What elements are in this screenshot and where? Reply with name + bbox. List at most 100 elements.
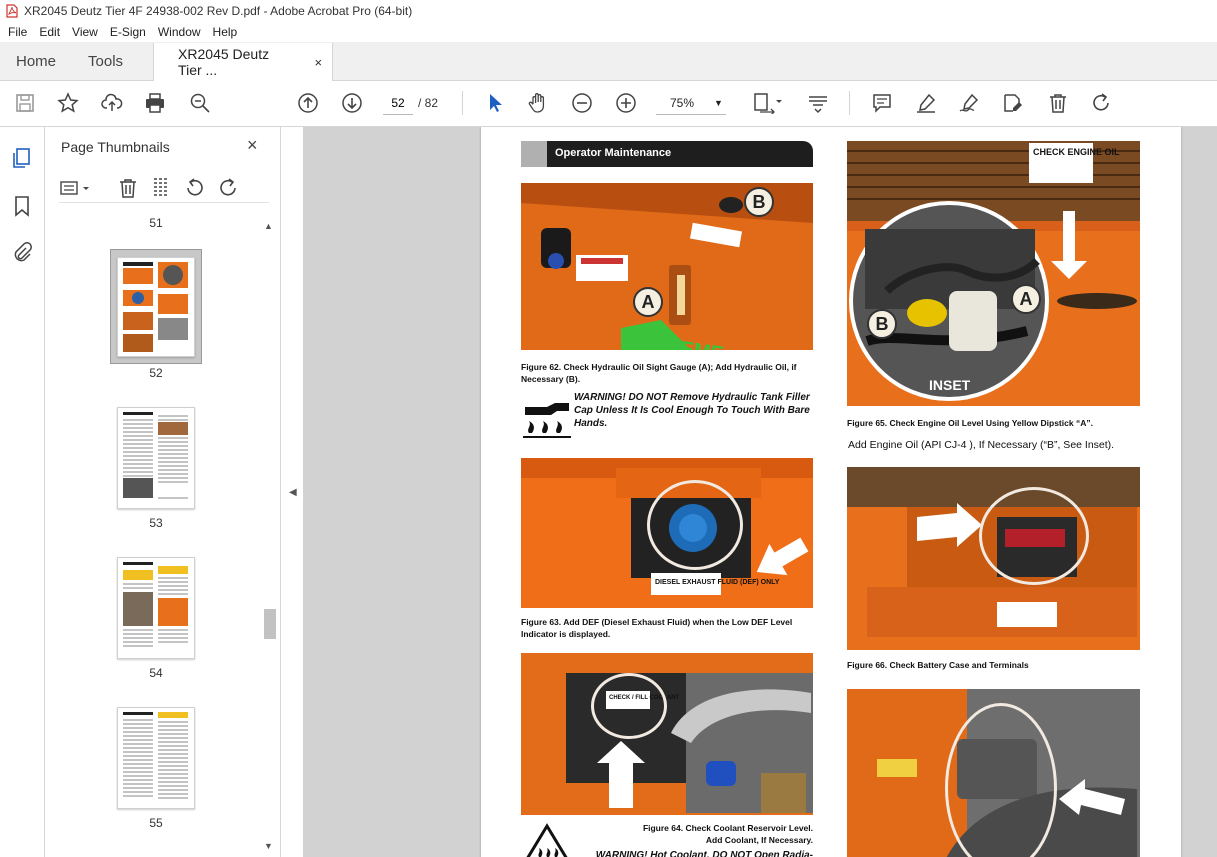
pen-icon[interactable] [914, 91, 938, 115]
figure-66-photo [847, 467, 1140, 650]
section-header-label: Operator Maintenance [555, 147, 672, 159]
scroll-down-icon[interactable]: ▼ [264, 841, 273, 851]
coolant-reservoir-image: CHECK / FILL COOLANT [521, 653, 813, 815]
window-title: XR2045 Deutz Tier 4F 24938-002 Rev D.pdf… [24, 4, 413, 18]
menu-view[interactable]: View [66, 25, 104, 39]
callout-a: A [633, 287, 663, 317]
upload-icon[interactable] [100, 91, 124, 115]
callout-b: B [744, 187, 774, 217]
figure-67-photo [847, 689, 1140, 857]
hot-coolant-warning-icon [526, 823, 568, 857]
trash-icon[interactable] [117, 177, 139, 199]
zoom-select[interactable]: 75% ▼ [656, 91, 726, 115]
page-fit-icon[interactable] [750, 91, 784, 115]
menu-edit[interactable]: Edit [33, 25, 66, 39]
thumbnail-page-53[interactable] [117, 407, 195, 509]
thumbnail-preview [123, 412, 188, 499]
page-total: / 82 [418, 96, 439, 110]
thumbnail-page-number: 52 [149, 366, 163, 380]
menu-help[interactable]: Help [207, 25, 244, 39]
scrollbar-thumb[interactable] [264, 609, 276, 639]
section-header: Operator Maintenance [521, 141, 813, 167]
menu-window[interactable]: Window [152, 25, 207, 39]
check-engine-oil-text: CHECK ENGINE OIL [1033, 147, 1120, 157]
figure-63-caption: Figure 63. Add DEF (Diesel Exhaust Fluid… [521, 617, 793, 639]
scroll-mode-icon[interactable] [806, 91, 830, 115]
menu-bar: File Edit View E-Sign Window Help [0, 22, 1217, 42]
highlight-circle [979, 487, 1089, 585]
menu-file[interactable]: File [2, 25, 33, 39]
insert-page-icon[interactable] [150, 177, 172, 199]
hand-icon[interactable] [526, 91, 550, 115]
callout-b: B [867, 309, 897, 339]
hot-hand-warning-icon [523, 403, 571, 438]
figure-62-caption: Figure 62. Check Hydraulic Oil Sight Gau… [521, 362, 797, 384]
rotate-right-icon[interactable] [217, 177, 239, 199]
figure-64-photo: CHECK / FILL COOLANT [521, 653, 813, 815]
trash-icon[interactable] [1046, 91, 1070, 115]
thumbnail-preview [123, 262, 188, 352]
tab-document-label: XR2045 Deutz Tier ... [178, 46, 270, 78]
thumbnail-preview [123, 712, 188, 799]
figure-63-photo: DIESEL EXHAUST FLUID (DEF) ONLY [521, 458, 813, 608]
comment-icon[interactable] [870, 91, 894, 115]
paperclip-icon[interactable] [11, 241, 33, 263]
print-icon[interactable] [143, 91, 167, 115]
callout-a: A [1011, 284, 1041, 314]
engine-oil-image: CHECK ENGINE OIL [847, 141, 1140, 406]
tab-document[interactable]: XR2045 Deutz Tier ... × [153, 43, 334, 81]
thumbnail-page-54[interactable] [117, 557, 195, 659]
minus-circle-icon[interactable] [570, 91, 594, 115]
tab-close-icon[interactable]: × [314, 55, 322, 70]
main-toolbar: / 82 75% ▼ [0, 81, 1217, 127]
rotate-icon[interactable] [1089, 91, 1113, 115]
thumbnail-page-number: 54 [149, 666, 163, 680]
arrow-down-icon[interactable] [340, 91, 364, 115]
collapse-panel-icon[interactable]: ◀ [289, 487, 297, 498]
left-rail [0, 127, 45, 857]
acrobat-app-icon [6, 4, 18, 18]
menu-esign[interactable]: E-Sign [104, 25, 152, 39]
panel-title: Page Thumbnails [61, 139, 170, 155]
inset-label: INSET [929, 377, 971, 393]
thumbnail-options-icon[interactable] [59, 177, 93, 199]
chevron-down-icon: ▼ [714, 97, 723, 108]
sign-icon[interactable] [957, 91, 981, 115]
thumbnail-page-52[interactable] [117, 257, 195, 357]
fill-sign-icon[interactable] [1001, 91, 1025, 115]
zoom-search-icon[interactable] [188, 91, 212, 115]
tab-tools[interactable]: Tools [72, 42, 139, 80]
cursor-icon[interactable] [483, 91, 507, 115]
arrow-up-icon[interactable] [296, 91, 320, 115]
figure-66-caption: Figure 66. Check Battery Case and Termin… [847, 660, 1029, 670]
thumbnail-page-number: 55 [149, 816, 163, 830]
document-viewport[interactable]: Operator Maintenance XTREME A B Figure 6… [303, 127, 1217, 857]
scroll-up-icon[interactable]: ▲ [264, 221, 273, 231]
rotate-left-icon[interactable] [184, 177, 206, 199]
thumbnail-preview [123, 562, 188, 647]
pdf-page: Operator Maintenance XTREME A B Figure 6… [481, 127, 1181, 857]
thumbnail-scrollbar[interactable]: ▲ ▼ [262, 219, 276, 855]
zoom-value: 75% [670, 95, 695, 110]
plus-circle-icon[interactable] [614, 91, 638, 115]
star-icon[interactable] [56, 91, 80, 115]
highlight-circle [591, 673, 667, 739]
highlight-circle [647, 480, 743, 570]
thumbnail-toolbar [59, 175, 269, 203]
figure-65-photo: CHECK ENGINE OIL A B INSET [847, 141, 1140, 406]
figure-64-caption: Figure 64. Check Coolant Reservoir Level… [642, 823, 813, 845]
title-bar: XR2045 Deutz Tier 4F 24938-002 Rev D.pdf… [0, 0, 1217, 22]
section-header-tab [521, 141, 547, 167]
save-icon[interactable] [13, 91, 37, 115]
close-icon[interactable]: × [247, 135, 258, 156]
tab-home[interactable]: Home [0, 42, 72, 80]
def-label-text: DIESEL EXHAUST FLUID (DEF) ONLY [655, 579, 780, 586]
thumbnail-page-number: 53 [149, 516, 163, 530]
bookmark-icon[interactable] [11, 195, 33, 217]
tab-bar: Home Tools XR2045 Deutz Tier ... × [0, 42, 1217, 81]
page-thumbnails-icon[interactable] [11, 147, 33, 169]
thumbnail-page-55[interactable] [117, 707, 195, 809]
toolbar-divider [462, 91, 463, 115]
figure-62-photo: XTREME A B [521, 183, 813, 350]
page-number-input[interactable] [383, 91, 413, 115]
